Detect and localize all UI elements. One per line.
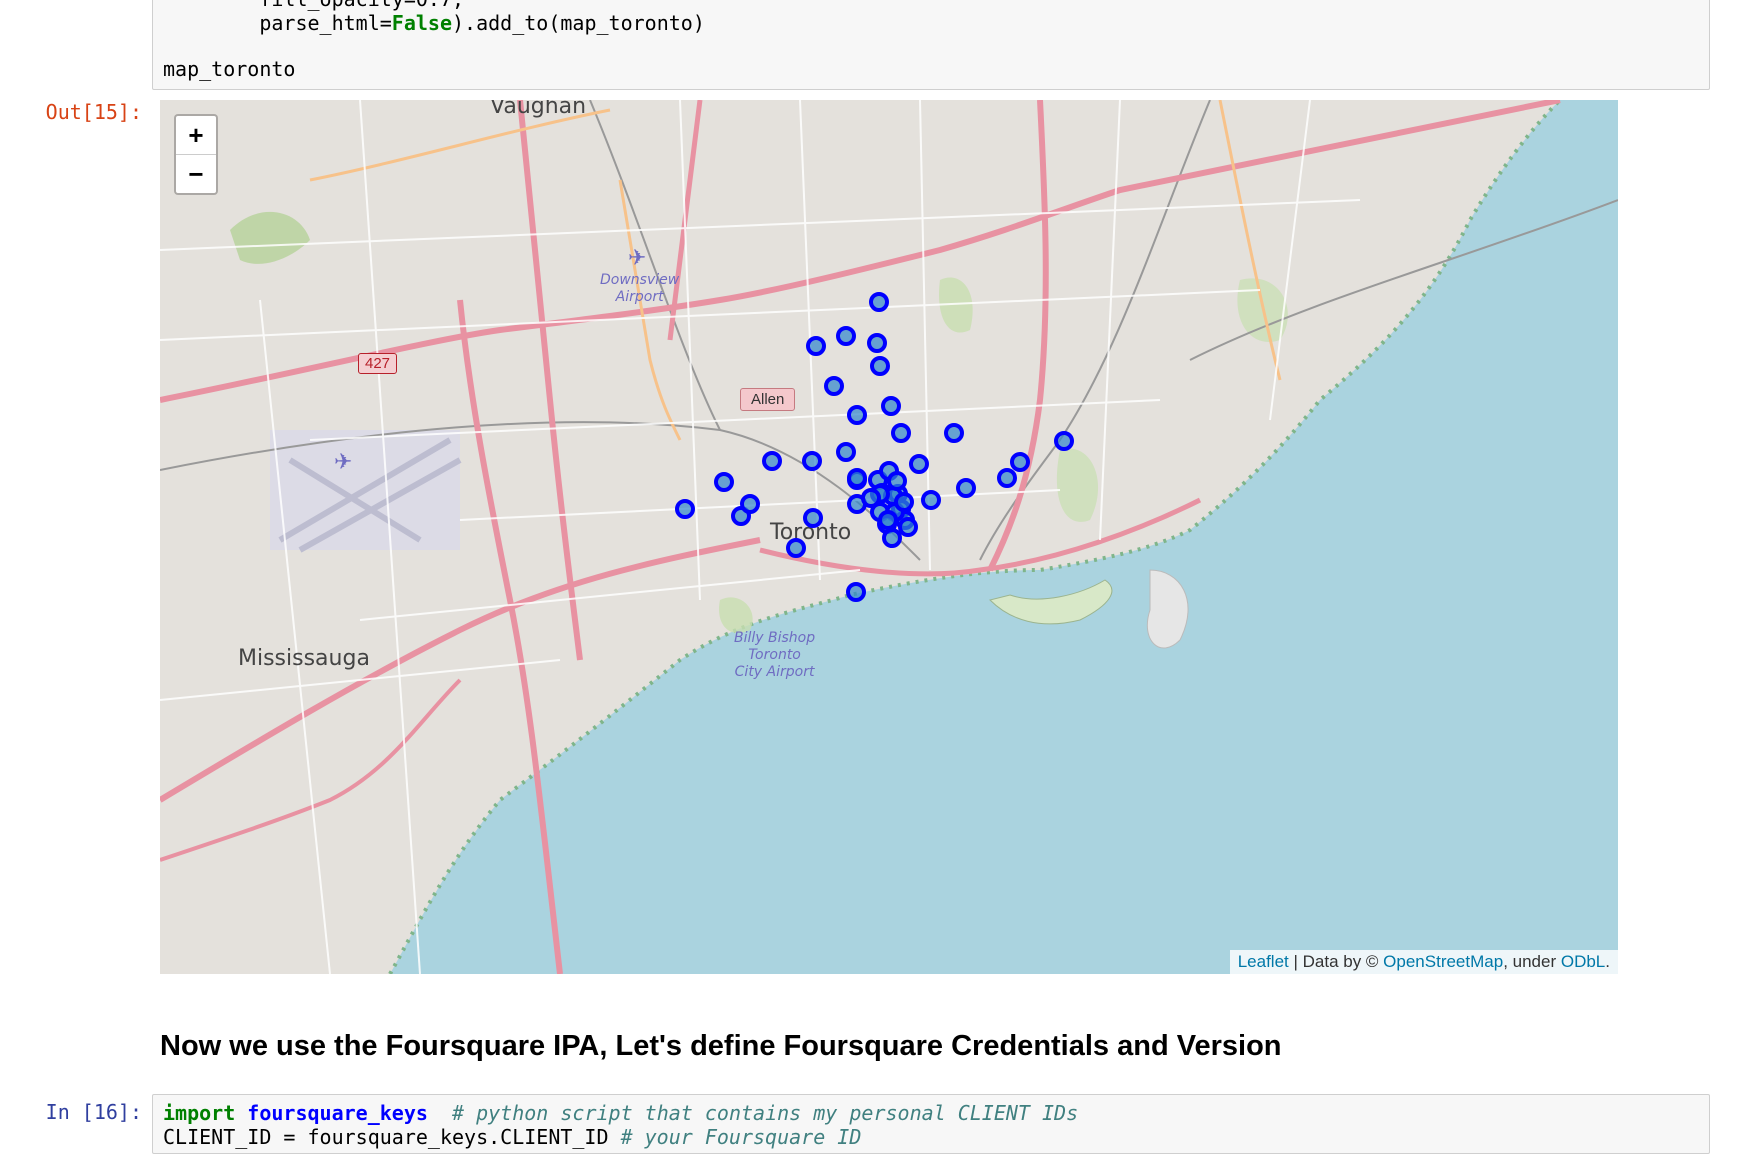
code-comment: # your Foursquare ID [620,1125,862,1149]
folium-map[interactable]: Vaughan Mississauga Toronto Downsview Ai… [160,100,1618,974]
neighborhood-marker[interactable] [836,326,856,346]
code-line-1: fill_opacity=0.7, [163,0,464,11]
neighborhood-marker[interactable] [675,499,695,519]
neighborhood-markers[interactable] [160,100,1618,974]
attribution-text: | Data by © [1288,952,1384,971]
neighborhood-marker[interactable] [944,423,964,443]
neighborhood-marker[interactable] [846,582,866,602]
neighborhood-marker[interactable] [824,376,844,396]
neighborhood-marker[interactable] [1054,431,1074,451]
output-prompt: Out[15]: [45,100,142,124]
neighborhood-marker[interactable] [891,423,911,443]
neighborhood-marker[interactable] [997,468,1017,488]
neighborhood-marker[interactable] [861,488,881,508]
keyword-import: import [163,1101,236,1125]
neighborhood-marker[interactable] [786,538,806,558]
neighborhood-marker[interactable] [894,492,914,512]
markdown-heading: Now we use the Foursquare IPA, Let's def… [160,1030,1282,1062]
code-line-3: map_toronto [163,57,295,81]
neighborhood-marker[interactable] [869,292,889,312]
code-text: ).add_to(map_toronto) [452,11,705,35]
code-text: parse_html= [163,11,392,35]
neighborhood-marker[interactable] [882,528,902,548]
neighborhood-marker[interactable] [887,471,907,491]
zoom-control[interactable]: + − [174,114,218,195]
neighborhood-marker[interactable] [803,508,823,528]
neighborhood-marker[interactable] [878,510,898,530]
code-line-2: CLIENT_ID = foursquare_keys.CLIENT_ID # … [163,1125,861,1149]
neighborhood-marker[interactable] [740,494,760,514]
odbl-link[interactable]: ODbL [1561,952,1605,971]
map-attribution: Leaflet | Data by © OpenStreetMap, under… [1229,950,1618,974]
neighborhood-marker[interactable] [956,478,976,498]
neighborhood-marker[interactable] [762,451,782,471]
neighborhood-marker[interactable] [847,468,867,488]
code-line-1: import foursquare_keys # python script t… [163,1101,1078,1125]
code-text: fill_opacity=0.7, [163,0,464,11]
code-text: CLIENT_ID = foursquare_keys.CLIENT_ID [163,1125,621,1149]
code-line-2: parse_html=False).add_to(map_toronto) [163,11,705,35]
neighborhood-marker[interactable] [802,451,822,471]
neighborhood-marker[interactable] [867,333,887,353]
code-comment: # python script that contains my persona… [427,1101,1079,1125]
neighborhood-marker[interactable] [847,405,867,425]
keyword-false: False [391,11,452,35]
neighborhood-marker[interactable] [806,336,826,356]
attribution-text: . [1605,952,1610,971]
neighborhood-marker[interactable] [836,442,856,462]
neighborhood-marker[interactable] [714,472,734,492]
zoom-in-button[interactable]: + [176,116,216,154]
code-cell-16[interactable]: import foursquare_keys # python script t… [152,1094,1710,1154]
module-name: foursquare_keys [247,1101,428,1125]
input-prompt: In [16]: [45,1100,142,1124]
neighborhood-marker[interactable] [909,454,929,474]
neighborhood-marker[interactable] [1010,452,1030,472]
neighborhood-marker[interactable] [921,490,941,510]
openstreetmap-link[interactable]: OpenStreetMap [1383,952,1503,971]
neighborhood-marker[interactable] [881,396,901,416]
neighborhood-marker[interactable] [898,517,918,537]
zoom-out-button[interactable]: − [176,154,216,193]
attribution-text: , under [1503,952,1561,971]
code-cell-15[interactable]: fill_opacity=0.7, parse_html=False).add_… [152,0,1710,90]
neighborhood-marker[interactable] [870,356,890,376]
code-text: map_toronto [163,57,296,81]
leaflet-link[interactable]: Leaflet [1238,952,1289,971]
